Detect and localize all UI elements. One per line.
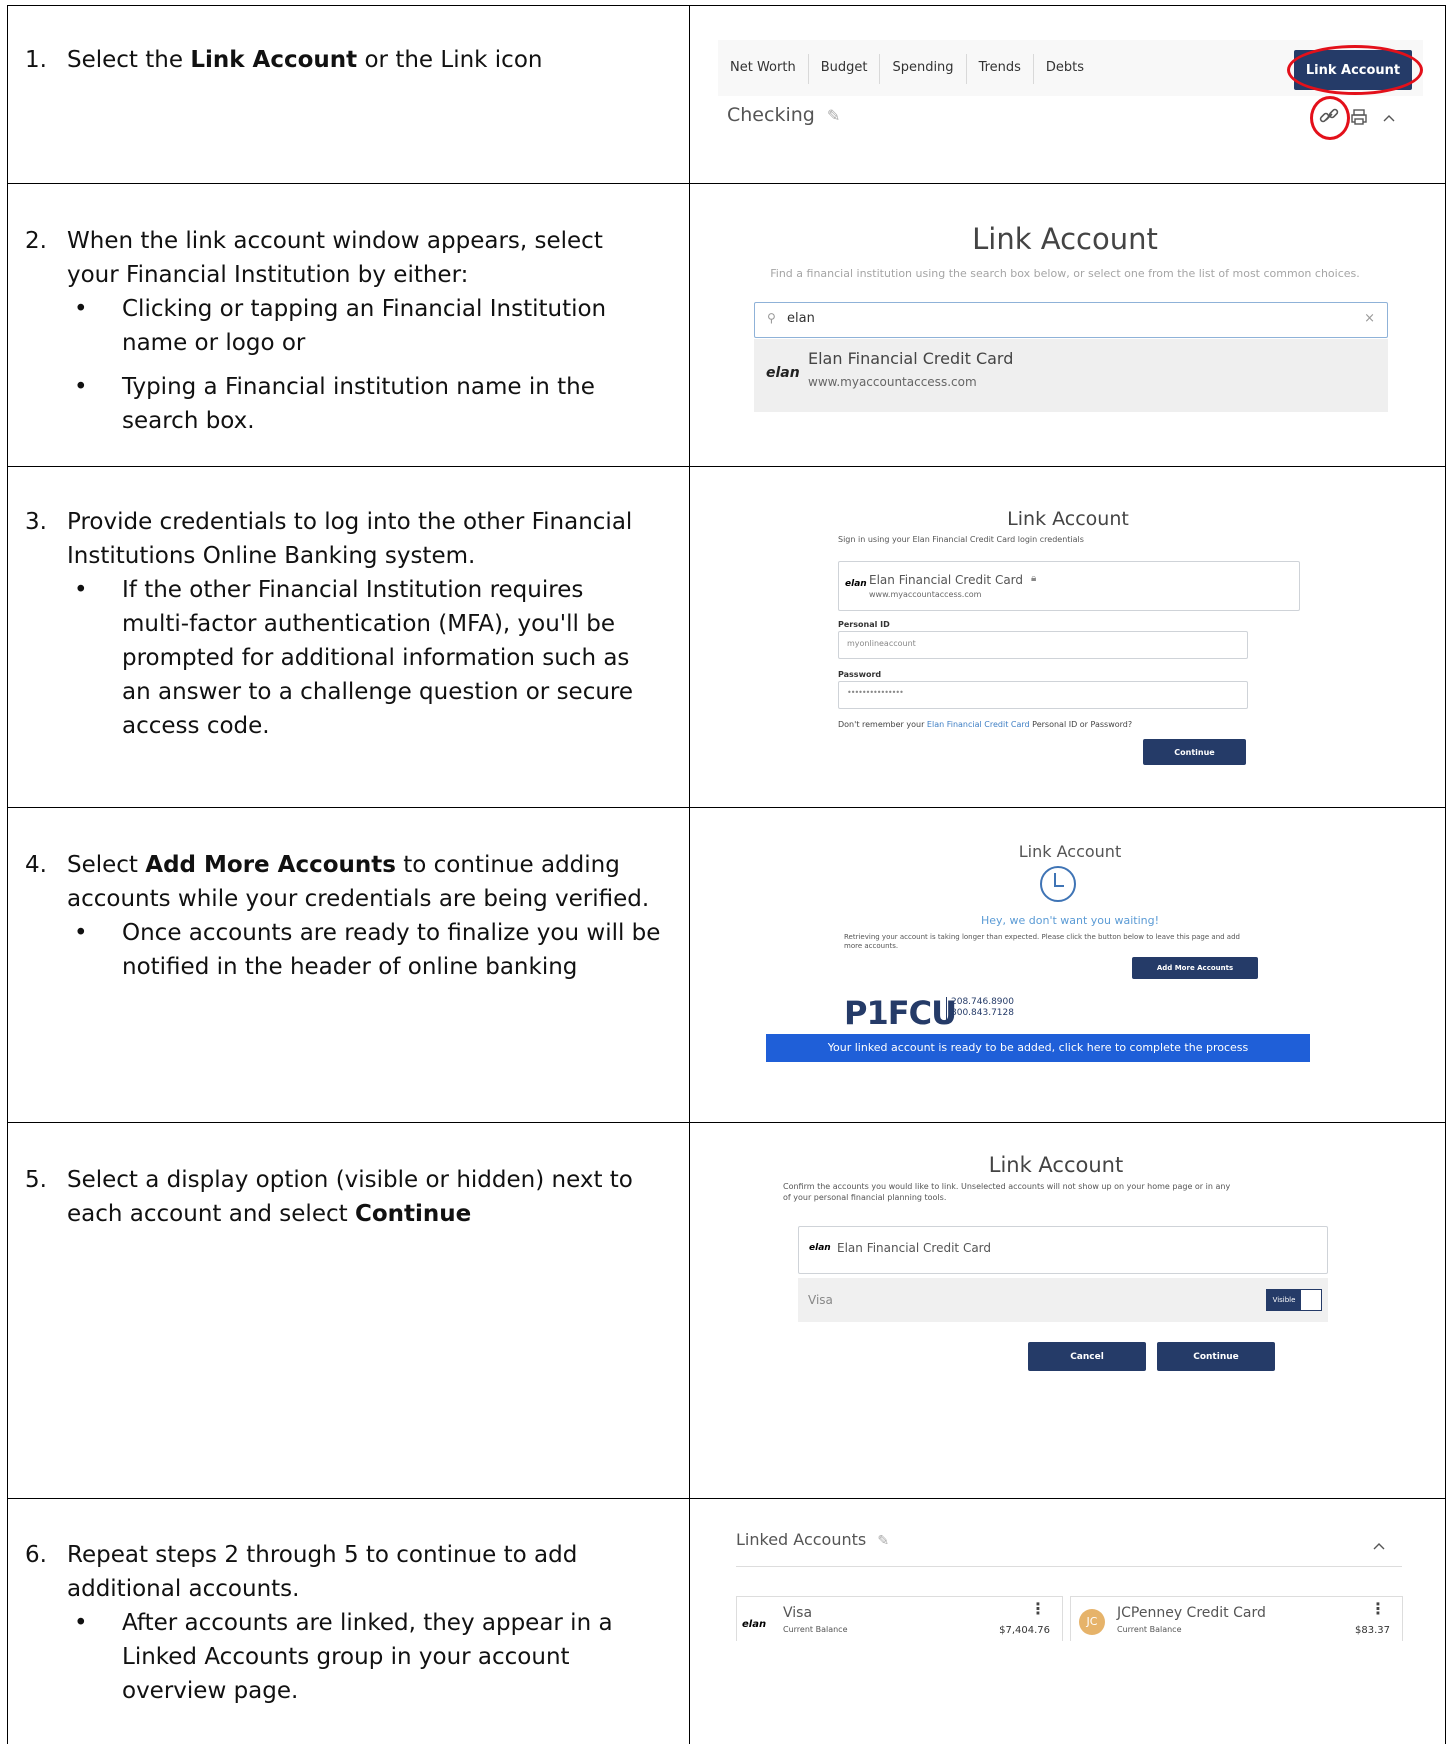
step-3: 3. Provide credentials to log into the o… [25,505,675,573]
step-line: Select Add More Accounts to continue add… [67,852,620,878]
tab-net-worth[interactable]: Net Worth [718,54,809,84]
modal-title: Link Account [972,222,1158,256]
elan-logo: elan [845,579,867,589]
pencil-icon[interactable]: ✎ [827,106,840,125]
row-divider [7,183,1446,184]
step-line: Repeat steps 2 through 5 to continue to … [67,1542,578,1568]
step-2: 2. When the link account window appears,… [25,224,675,292]
row-divider [7,466,1446,467]
account-card[interactable]: JC JCPenney Credit Card Current Balance … [1070,1596,1403,1641]
more-menu-icon[interactable]: ⋮ [1030,1599,1046,1618]
modal-title: Link Account [1018,842,1122,861]
bullet: • Clicking or tapping an Financial Insti… [74,296,607,356]
row-divider [7,1498,1446,1499]
highlight-ring [1310,96,1350,140]
personal-id-input[interactable]: myonlineaccount [838,631,1248,659]
screenshot-6: Linked Accounts ✎ elan Visa Current Bala… [730,1522,1406,1642]
step-number: 1. [25,47,47,73]
modal-title: Link Account [1007,508,1129,530]
step-line: Institutions Online Banking system. [67,543,476,569]
clock-icon [1040,866,1076,902]
cancel-button[interactable]: Cancel [1028,1342,1146,1371]
step-line: Provide credentials to log into the othe… [67,509,633,535]
table-border-left [7,5,8,1744]
step-number: 3. [25,509,47,535]
search-icon: ⚲ [767,311,776,325]
add-more-accounts-button[interactable]: Add More Accounts [1132,957,1258,979]
step-line: When the link account window appears, se… [67,228,603,254]
section-title: Linked Accounts ✎ [736,1530,890,1549]
modal-subtitle: Find a financial institution using the s… [770,267,1360,280]
screenshot-2: Link Account Find a financial institutio… [700,222,1430,432]
elan-logo: elan [742,1619,767,1630]
fi-card: elan Elan Financial Credit Card 🔒︎ www.m… [838,561,1300,611]
tab-trends[interactable]: Trends [967,54,1034,84]
p1fcu-logo: P1FCU [844,994,957,1032]
step-4: 4. Select Add More Accounts to continue … [25,848,675,916]
notification-banner[interactable]: Your linked account is ready to be added… [766,1034,1310,1062]
table-column-divider [689,5,690,1744]
more-menu-icon[interactable]: ⋮ [1370,1599,1386,1618]
continue-button[interactable]: Continue [1157,1342,1275,1371]
password-input[interactable]: ••••••••••••••• [838,681,1248,709]
step-1: 1. Select the Link Account or the Link i… [25,43,675,77]
table-border-right [1445,5,1446,1744]
step-5: 5. Select a display option (visible or h… [25,1163,675,1231]
bullet: • After accounts are linked, they appear… [74,1610,613,1704]
continue-button[interactable]: Continue [1143,739,1246,765]
step-text: Select the Link Account or the Link icon [67,47,543,73]
step-line: your Financial Institution by either: [67,262,469,288]
highlight-ring [1287,45,1423,95]
modal-title: Link Account [988,1153,1124,1177]
account-card[interactable]: elan Visa Current Balance $7,404.76 ⋮ [736,1596,1063,1641]
visibility-toggle[interactable]: Visible [1266,1289,1322,1311]
screenshot-3: Link Account Sign in using your Elan Fin… [838,508,1300,788]
step-line: additional accounts. [67,1576,300,1602]
chevron-up-icon[interactable] [1382,112,1396,124]
elan-logo: elan [809,1243,831,1253]
step-number: 6. [25,1542,47,1568]
account-row: Visa Visible [798,1278,1328,1322]
screenshot-5: Link Account Confirm the accounts you wo… [783,1153,1329,1443]
bullet: • Once accounts are ready to finalize yo… [74,920,661,980]
chevron-up-icon[interactable] [1372,1540,1386,1552]
print-icon[interactable] [1350,108,1368,126]
bullet: • If the other Financial Institution req… [74,577,634,739]
fi-card: elan Elan Financial Credit Card [798,1226,1328,1274]
bullet: • Typing a Financial institution name in… [74,374,595,434]
nav-tabs: Net Worth Budget Spending Trends Debts [718,54,1096,84]
row-divider [7,1122,1446,1123]
row-divider [7,807,1446,808]
screenshot-1-nav: Net Worth Budget Spending Trends Debts L… [718,40,1423,168]
step-line: Select a display option (visible or hidd… [67,1167,633,1193]
tab-budget[interactable]: Budget [809,54,881,84]
screenshot-4: Link Account Hey, we don't want you wait… [766,842,1310,1102]
table-border-top [7,5,1446,6]
fi-link[interactable]: Elan Financial Credit Card [927,720,1030,729]
step-number: 2. [25,228,47,254]
tab-spending[interactable]: Spending [880,54,967,84]
search-result[interactable]: elan Elan Financial Credit Card www.myac… [754,339,1388,412]
step-line: accounts while your credentials are bein… [67,886,650,912]
step-number: 4. [25,852,47,878]
step-line: each account and select Continue [67,1201,472,1227]
lock-icon: 🔒︎ [1031,573,1037,584]
avatar: JC [1079,1609,1105,1635]
pencil-icon[interactable]: ✎ [877,1533,889,1549]
clear-icon[interactable]: × [1364,311,1375,326]
section-title: Checking ✎ [727,104,841,126]
elan-logo: elan [766,365,800,381]
search-input[interactable]: ⚲ elan × [754,302,1388,338]
tab-debts[interactable]: Debts [1034,54,1096,84]
step-6: 6. Repeat steps 2 through 5 to continue … [25,1538,675,1606]
step-number: 5. [25,1167,47,1193]
